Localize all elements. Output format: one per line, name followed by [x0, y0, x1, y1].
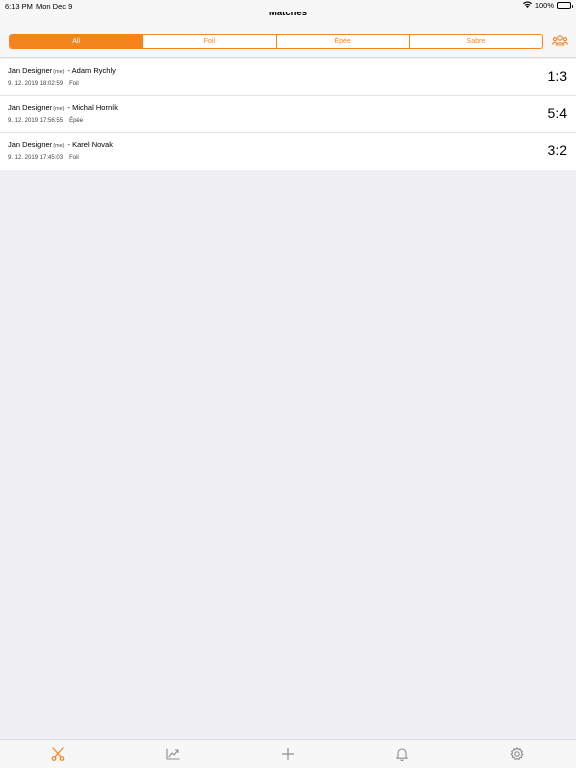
match-players: Jan Designer(me) - Michal Horník	[8, 103, 118, 112]
wifi-icon	[522, 1, 532, 10]
gear-icon[interactable]	[509, 746, 525, 762]
matches-list: Jan Designer(me) - Adam Rychly 9. 12. 201…	[0, 59, 576, 170]
me-tag: (me)	[53, 143, 65, 149]
battery-icon	[557, 2, 573, 9]
match-weapon: Épée	[69, 118, 84, 124]
match-datetime: 9. 12. 2019 18:02:59	[8, 81, 64, 87]
match-score: 1:3	[547, 68, 567, 84]
segment-sabre[interactable]: Sabre	[408, 35, 542, 48]
match-datetime: 9. 12. 2019 17:45:03	[8, 155, 64, 161]
segment-foil[interactable]: Foil	[142, 35, 275, 48]
chart-icon[interactable]	[165, 746, 181, 762]
bell-icon[interactable]	[394, 746, 410, 762]
me-tag: (me)	[53, 69, 65, 75]
match-score: 3:2	[547, 142, 567, 158]
match-row[interactable]: Jan Designer(me) - Michal Horník 9. 12. 2…	[0, 96, 576, 133]
status-date: Mon Dec 9	[36, 2, 73, 11]
me-tag: (me)	[53, 106, 65, 112]
player-name: Jan Designer	[8, 140, 53, 149]
status-bar: 6:13 PM Mon Dec 9 100%	[0, 0, 576, 12]
match-meta: 9. 12. 2019 17:56:55 Épée	[8, 118, 83, 124]
match-weapon: Foil	[69, 155, 79, 161]
tab-bar	[0, 739, 576, 768]
match-meta: 9. 12. 2019 18:02:59 Foil	[8, 81, 79, 87]
match-players: Jan Designer(me) - Adam Rychly	[8, 66, 116, 75]
match-weapon: Foil	[69, 81, 79, 87]
weapon-filter: All Foil Épée Sabre	[9, 34, 543, 49]
match-score: 5:4	[547, 105, 567, 121]
plus-icon[interactable]	[280, 746, 296, 762]
people-icon[interactable]	[552, 34, 568, 48]
status-time: 6:13 PM	[5, 2, 33, 11]
match-meta: 9. 12. 2019 17:45:03 Foil	[8, 155, 79, 161]
match-datetime: 9. 12. 2019 17:56:55	[8, 118, 64, 124]
opponent-name: - Karel Novak	[67, 140, 113, 149]
battery-percent: 100%	[534, 1, 554, 10]
match-row[interactable]: Jan Designer(me) - Karel Novak 9. 12. 201…	[0, 133, 576, 170]
opponent-name: - Adam Rychly	[67, 66, 116, 75]
opponent-name: - Michal Horník	[67, 103, 118, 112]
status-right: 100%	[522, 1, 573, 10]
segment-epee[interactable]: Épée	[275, 35, 409, 48]
player-name: Jan Designer	[8, 103, 53, 112]
match-row[interactable]: Jan Designer(me) - Adam Rychly 9. 12. 201…	[0, 59, 576, 96]
segment-all[interactable]: All	[10, 35, 143, 48]
match-players: Jan Designer(me) - Karel Novak	[8, 140, 113, 149]
crossed-swords-icon[interactable]	[50, 746, 66, 762]
player-name: Jan Designer	[8, 66, 53, 75]
